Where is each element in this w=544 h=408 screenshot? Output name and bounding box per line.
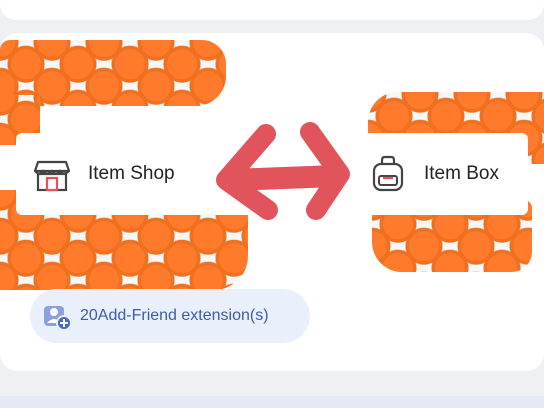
extension-text: Add-Friend extension(s) <box>97 307 269 324</box>
top-card <box>0 0 544 20</box>
item-shop-label: Item Shop <box>88 163 175 184</box>
shop-icon <box>33 160 71 192</box>
extension-count: 20 <box>80 307 98 324</box>
add-friend-icon <box>44 306 72 331</box>
backpack-icon <box>372 155 404 192</box>
item-box-button[interactable]: Item Box <box>366 133 526 215</box>
bottom-strip <box>0 396 544 408</box>
double-arrow-icon <box>216 122 350 220</box>
item-box-label: Item Box <box>424 163 499 184</box>
extension-label: 20Add-Friend extension(s) <box>80 307 269 325</box>
add-friend-extension-chip[interactable]: 20Add-Friend extension(s) <box>30 289 310 343</box>
